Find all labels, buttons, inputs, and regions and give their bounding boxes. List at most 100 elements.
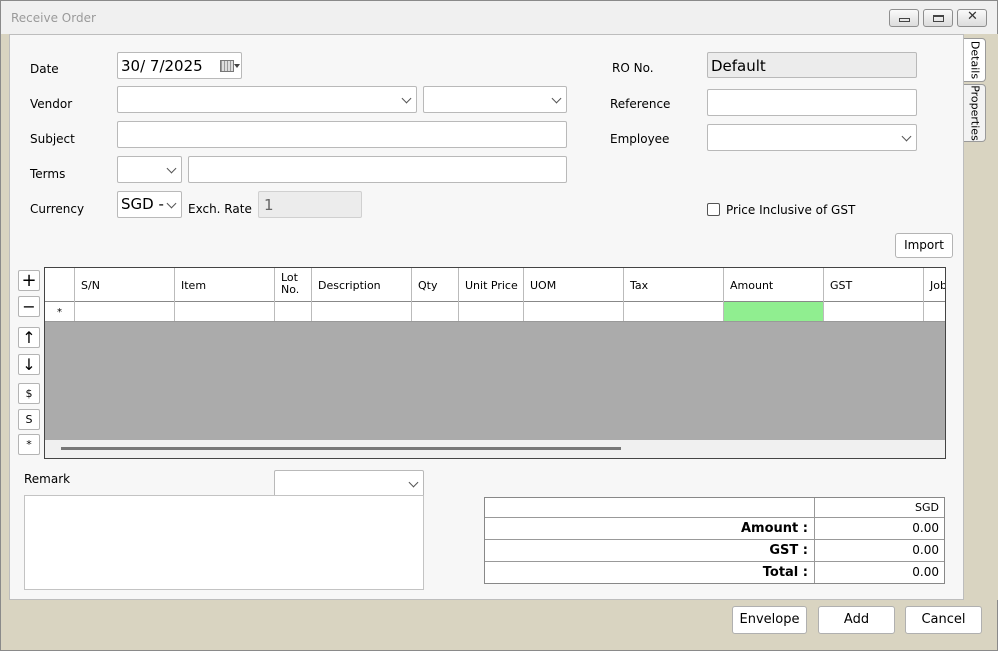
vendor-select[interactable] xyxy=(117,86,417,113)
chevron-down-icon xyxy=(408,477,419,488)
cancel-button[interactable]: Cancel xyxy=(905,606,982,634)
currency-select[interactable]: SGD - xyxy=(117,191,182,218)
terms-select[interactable] xyxy=(117,156,182,183)
receive-order-window: Receive Order ✕ Details Properties Date … xyxy=(0,0,998,651)
minimize-button[interactable] xyxy=(889,9,919,27)
total-row: Total : 0.00 xyxy=(485,562,944,583)
close-icon: ✕ xyxy=(967,9,978,24)
arrow-down-icon: ↓ xyxy=(22,355,36,374)
arrow-up-icon: ↑ xyxy=(22,328,36,347)
cell-amount[interactable] xyxy=(724,302,824,321)
column-header-amount[interactable]: Amount xyxy=(724,268,824,302)
remark-label: Remark xyxy=(24,472,71,486)
minimize-icon xyxy=(899,18,910,22)
dropdown-arrow-icon xyxy=(234,64,240,68)
column-header-description[interactable]: Description xyxy=(312,268,412,302)
price-inclusive-checkbox[interactable] xyxy=(707,203,720,216)
tab-properties[interactable]: Properties xyxy=(964,84,986,142)
gst-row: GST : 0.00 xyxy=(485,540,944,562)
terms-label: Terms xyxy=(30,167,66,181)
cell-unit-price[interactable] xyxy=(459,302,524,321)
new-row-marker: * xyxy=(45,302,75,321)
exch-rate-value: 1 xyxy=(264,196,274,214)
reference-field[interactable] xyxy=(707,89,917,116)
price-inclusive-label: Price Inclusive of GST xyxy=(726,203,856,217)
cell-sn[interactable] xyxy=(75,302,175,321)
currency-header: SGD xyxy=(915,501,939,514)
serial-button[interactable]: S xyxy=(18,409,40,430)
date-picker[interactable]: 30/ 7/2025 xyxy=(117,52,242,79)
employee-select[interactable] xyxy=(707,124,917,151)
ro-no-label: RO No. xyxy=(612,61,654,75)
remark-template-select[interactable] xyxy=(274,470,424,497)
cell-lot-no[interactable] xyxy=(275,302,312,321)
window-title: Receive Order xyxy=(11,11,96,25)
column-header-unit-price[interactable]: Unit Price xyxy=(459,268,524,302)
totals-table: SGD Amount : 0.00 GST : 0.00 Total : 0.0… xyxy=(484,497,945,584)
chevron-down-icon xyxy=(166,163,177,174)
gst-value: 0.00 xyxy=(912,543,939,557)
totals-header-row: SGD xyxy=(485,498,944,518)
column-header-gst[interactable]: GST xyxy=(824,268,924,302)
s-icon: S xyxy=(25,413,33,426)
column-header-lot-no[interactable]: Lot No. xyxy=(275,268,312,302)
subject-field[interactable] xyxy=(117,121,567,148)
column-header-item[interactable]: Item xyxy=(175,268,275,302)
date-label: Date xyxy=(30,62,59,76)
maximize-icon xyxy=(933,15,944,22)
column-header-qty[interactable]: Qty xyxy=(412,268,459,302)
remove-row-button[interactable]: − xyxy=(18,296,40,317)
move-down-button[interactable]: ↓ xyxy=(18,354,40,375)
cell-gst[interactable] xyxy=(824,302,924,321)
add-button[interactable]: Add xyxy=(818,606,895,634)
exch-rate-field: 1 xyxy=(258,191,362,218)
remark-textarea[interactable] xyxy=(24,495,424,590)
scrollbar-thumb[interactable] xyxy=(61,447,621,450)
horizontal-scrollbar[interactable] xyxy=(45,440,945,458)
total-value: 0.00 xyxy=(912,565,939,579)
move-up-button[interactable]: ↑ xyxy=(18,327,40,348)
currency-label: Currency xyxy=(30,202,85,216)
ro-no-value: Default xyxy=(711,57,766,75)
cell-job[interactable] xyxy=(924,302,945,321)
envelope-button[interactable]: Envelope xyxy=(732,606,807,634)
asterisk-button[interactable]: * xyxy=(18,434,40,455)
cell-uom[interactable] xyxy=(524,302,624,321)
cell-qty[interactable] xyxy=(412,302,459,321)
import-button[interactable]: Import xyxy=(895,233,953,258)
add-row-button[interactable]: + xyxy=(18,270,40,291)
price-button[interactable]: $ xyxy=(18,383,40,404)
chevron-down-icon xyxy=(401,93,412,104)
amount-row: Amount : 0.00 xyxy=(485,518,944,540)
date-value: 30/ 7/2025 xyxy=(121,57,203,75)
terms-field[interactable] xyxy=(188,156,567,183)
close-button[interactable]: ✕ xyxy=(957,9,987,27)
column-header-tax[interactable]: Tax xyxy=(624,268,724,302)
dollar-icon: $ xyxy=(25,387,33,400)
tab-details[interactable]: Details xyxy=(964,38,986,82)
grid-header: S/N Item Lot No. Description Qty Unit Pr… xyxy=(45,268,945,302)
column-header-uom[interactable]: UOM xyxy=(524,268,624,302)
cell-tax[interactable] xyxy=(624,302,724,321)
vendor-secondary-select[interactable] xyxy=(423,86,567,113)
tab-properties-label: Properties xyxy=(968,85,982,141)
side-tab-strip: Details Properties xyxy=(964,34,998,600)
grid-new-row[interactable]: * xyxy=(45,302,945,322)
grid-corner xyxy=(45,268,75,302)
minus-icon: − xyxy=(22,297,36,316)
amount-label: Amount : xyxy=(485,518,815,539)
column-header-job[interactable]: Job xyxy=(924,268,945,302)
items-grid[interactable]: S/N Item Lot No. Description Qty Unit Pr… xyxy=(44,267,946,459)
total-label: Total : xyxy=(485,562,815,583)
column-header-sn[interactable]: S/N xyxy=(75,268,175,302)
exch-rate-label: Exch. Rate xyxy=(188,202,252,216)
calendar-icon[interactable] xyxy=(220,60,234,72)
reference-label: Reference xyxy=(610,97,671,111)
amount-value: 0.00 xyxy=(912,521,939,535)
vendor-label: Vendor xyxy=(30,97,73,111)
maximize-button[interactable] xyxy=(923,9,953,27)
chevron-down-icon xyxy=(166,198,177,209)
cell-item[interactable] xyxy=(175,302,275,321)
cell-description[interactable] xyxy=(312,302,412,321)
ro-no-field: Default xyxy=(707,52,917,78)
